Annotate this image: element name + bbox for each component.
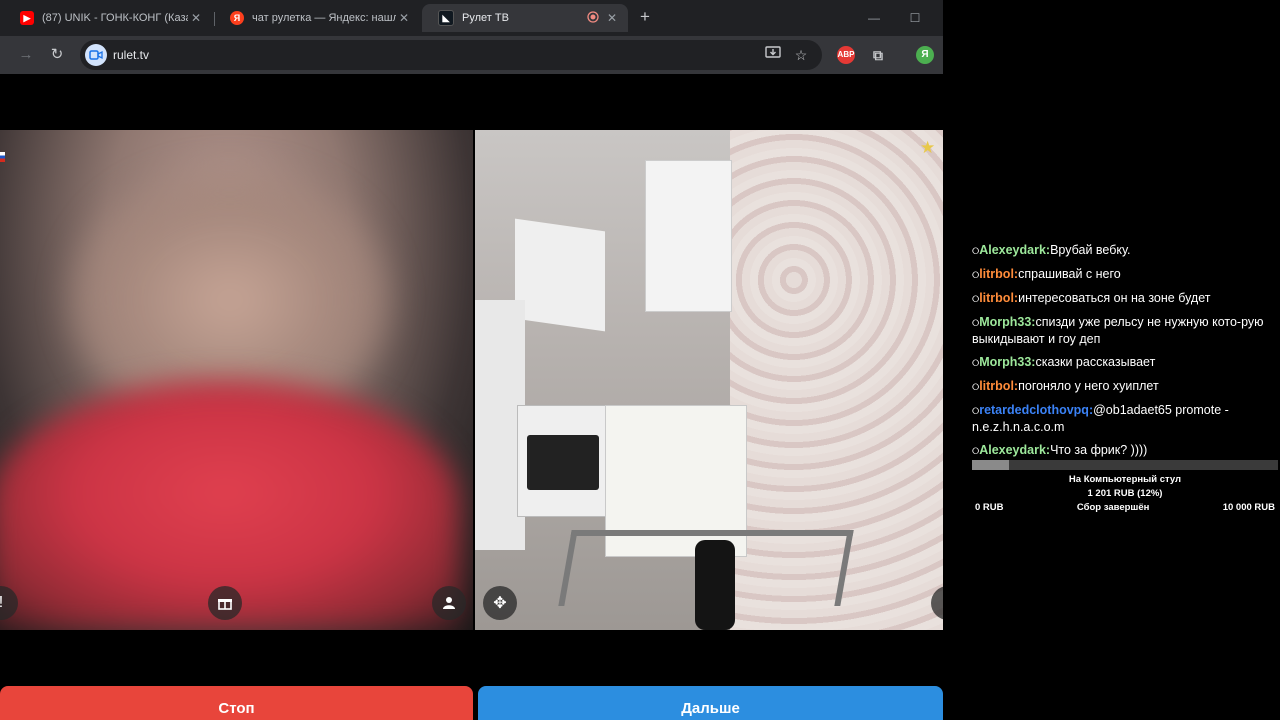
- recording-icon: [586, 10, 600, 26]
- stop-label: Стоп: [218, 700, 255, 717]
- chat-username: Alexeydark:: [979, 443, 1051, 457]
- tab-youtube[interactable]: ▶ (87) UNIK - ГОНК-КОНГ (Казах ✕: [4, 4, 212, 32]
- chat-text: погоняло у него хуиплет: [1018, 379, 1159, 393]
- tab-yandex[interactable]: Я чат рулетка — Яндекс: нашлос ✕: [214, 4, 420, 32]
- yandex-icon: Я: [230, 11, 244, 25]
- gift-icon[interactable]: [208, 586, 242, 620]
- favorite-star-icon[interactable]: ★: [920, 138, 935, 158]
- donation-progress-fill: [972, 460, 1009, 470]
- profile-icon[interactable]: [432, 586, 466, 620]
- gamepad-icon[interactable]: ✥: [483, 586, 517, 620]
- minimize-icon[interactable]: —: [864, 8, 884, 28]
- chat-username: Morph33:: [979, 315, 1036, 329]
- chat-message: ⭘litrbol:спрашивай с него: [972, 266, 1278, 283]
- rulet-tv-page: ! ★ ✥ › Стоп Дальше: [0, 74, 943, 720]
- chat-username: Morph33:: [979, 355, 1036, 369]
- kitchen-shelf: [645, 160, 732, 312]
- browser-window: ▶ (87) UNIK - ГОНК-КОНГ (Казах ✕ Я чат р…: [0, 0, 943, 720]
- tab-strip: ▶ (87) UNIK - ГОНК-КОНГ (Казах ✕ Я чат р…: [0, 0, 943, 36]
- stop-button[interactable]: Стоп: [0, 686, 473, 720]
- country-flag-icon: [0, 152, 5, 162]
- reload-icon[interactable]: ↻: [47, 45, 67, 65]
- next-label: Дальше: [681, 700, 740, 717]
- tab-rulet-tv[interactable]: ◣ Рулет ТВ ✕: [422, 4, 628, 32]
- extensions-puzzle-icon[interactable]: ⧉: [869, 46, 887, 64]
- chat-username: litrbol:: [979, 267, 1019, 281]
- stream-chat-overlay: ⭘Alexeydark:Врубай вебку. ⭘litrbol:спраши…: [972, 242, 1278, 466]
- donation-scale: 0 RUB Сбор завершён 10 000 RUB: [972, 501, 1278, 515]
- chat-message: ⭘retardedclothovpq:@ob1adaet65 promote -…: [972, 402, 1278, 435]
- chat-text: сказки рассказывает: [1035, 355, 1156, 369]
- chat-message: ⭘Morph33:сказки рассказывает: [972, 354, 1278, 371]
- url-text: rulet.tv: [113, 48, 150, 62]
- adblock-extension-icon[interactable]: ABP: [837, 46, 855, 64]
- chat-message: ⭘Alexeydark:Врубай вебку.: [972, 242, 1278, 259]
- address-bar[interactable]: rulet.tv ☆: [80, 40, 822, 70]
- profile-avatar[interactable]: Я: [916, 46, 934, 64]
- next-button[interactable]: Дальше: [478, 686, 943, 720]
- chat-message: ⭘litrbol:интересоваться он на зоне будет: [972, 290, 1278, 307]
- self-camera-video: ★ ✥ ›: [475, 130, 943, 630]
- extension-label: ABP: [837, 50, 855, 59]
- site-info-icon[interactable]: [85, 44, 107, 66]
- chat-message: ⭘Alexeydark:Что за фрик? )))): [972, 442, 1278, 459]
- new-tab-button[interactable]: +: [636, 8, 654, 26]
- chat-message: ⭘Morph33:спизди уже рельсу не нужную кот…: [972, 314, 1278, 347]
- donation-max: 10 000 RUB: [1222, 502, 1275, 513]
- tab-title: чат рулетка — Яндекс: нашлос: [252, 12, 396, 24]
- rulet-tv-icon: ◣: [438, 10, 454, 26]
- donation-goal-widget: На Компьютерный стул 1 201 RUB (12%) 0 R…: [972, 460, 1278, 515]
- range-hood: [515, 218, 605, 332]
- close-icon[interactable]: ✕: [604, 11, 620, 25]
- install-app-icon[interactable]: [764, 46, 782, 64]
- tab-title: (87) UNIK - ГОНК-КОНГ (Казах: [42, 12, 188, 24]
- donation-title: На Компьютерный стул: [1068, 474, 1182, 485]
- tab-title: Рулет ТВ: [462, 12, 509, 24]
- close-icon[interactable]: ✕: [396, 11, 412, 25]
- chat-username: Alexeydark:: [979, 243, 1051, 257]
- bookmark-star-icon[interactable]: ☆: [792, 46, 810, 64]
- donation-progress-bar: [972, 460, 1278, 470]
- chat-username: litrbol:: [979, 379, 1019, 393]
- chat-text: интересоваться он на зоне будет: [1018, 291, 1211, 305]
- donation-status: Сбор завершён: [1076, 502, 1150, 513]
- chair-base: [695, 540, 735, 630]
- chat-text: Врубай вебку.: [1050, 243, 1131, 257]
- donation-amount: 1 201 RUB (12%): [1087, 488, 1163, 499]
- maximize-icon[interactable]: ☐: [905, 8, 925, 28]
- youtube-icon: ▶: [20, 11, 34, 25]
- chat-username: litrbol:: [979, 291, 1019, 305]
- forward-icon[interactable]: →: [16, 45, 36, 65]
- chat-text: спрашивай с него: [1018, 267, 1121, 281]
- chat-text: Что за фрик? )))): [1050, 443, 1148, 457]
- chat-message: ⭘litrbol:погоняло у него хуиплет: [972, 378, 1278, 395]
- donation-min: 0 RUB: [975, 502, 1004, 513]
- partner-video-blurred: !: [0, 130, 473, 630]
- profile-initial: Я: [921, 49, 929, 60]
- browser-toolbar: → ↻ rulet.tv ☆ ABP ⧉ Я: [0, 36, 943, 74]
- oven-door: [527, 435, 599, 490]
- close-icon[interactable]: ✕: [188, 11, 204, 25]
- chat-username: retardedclothovpq:: [979, 403, 1094, 417]
